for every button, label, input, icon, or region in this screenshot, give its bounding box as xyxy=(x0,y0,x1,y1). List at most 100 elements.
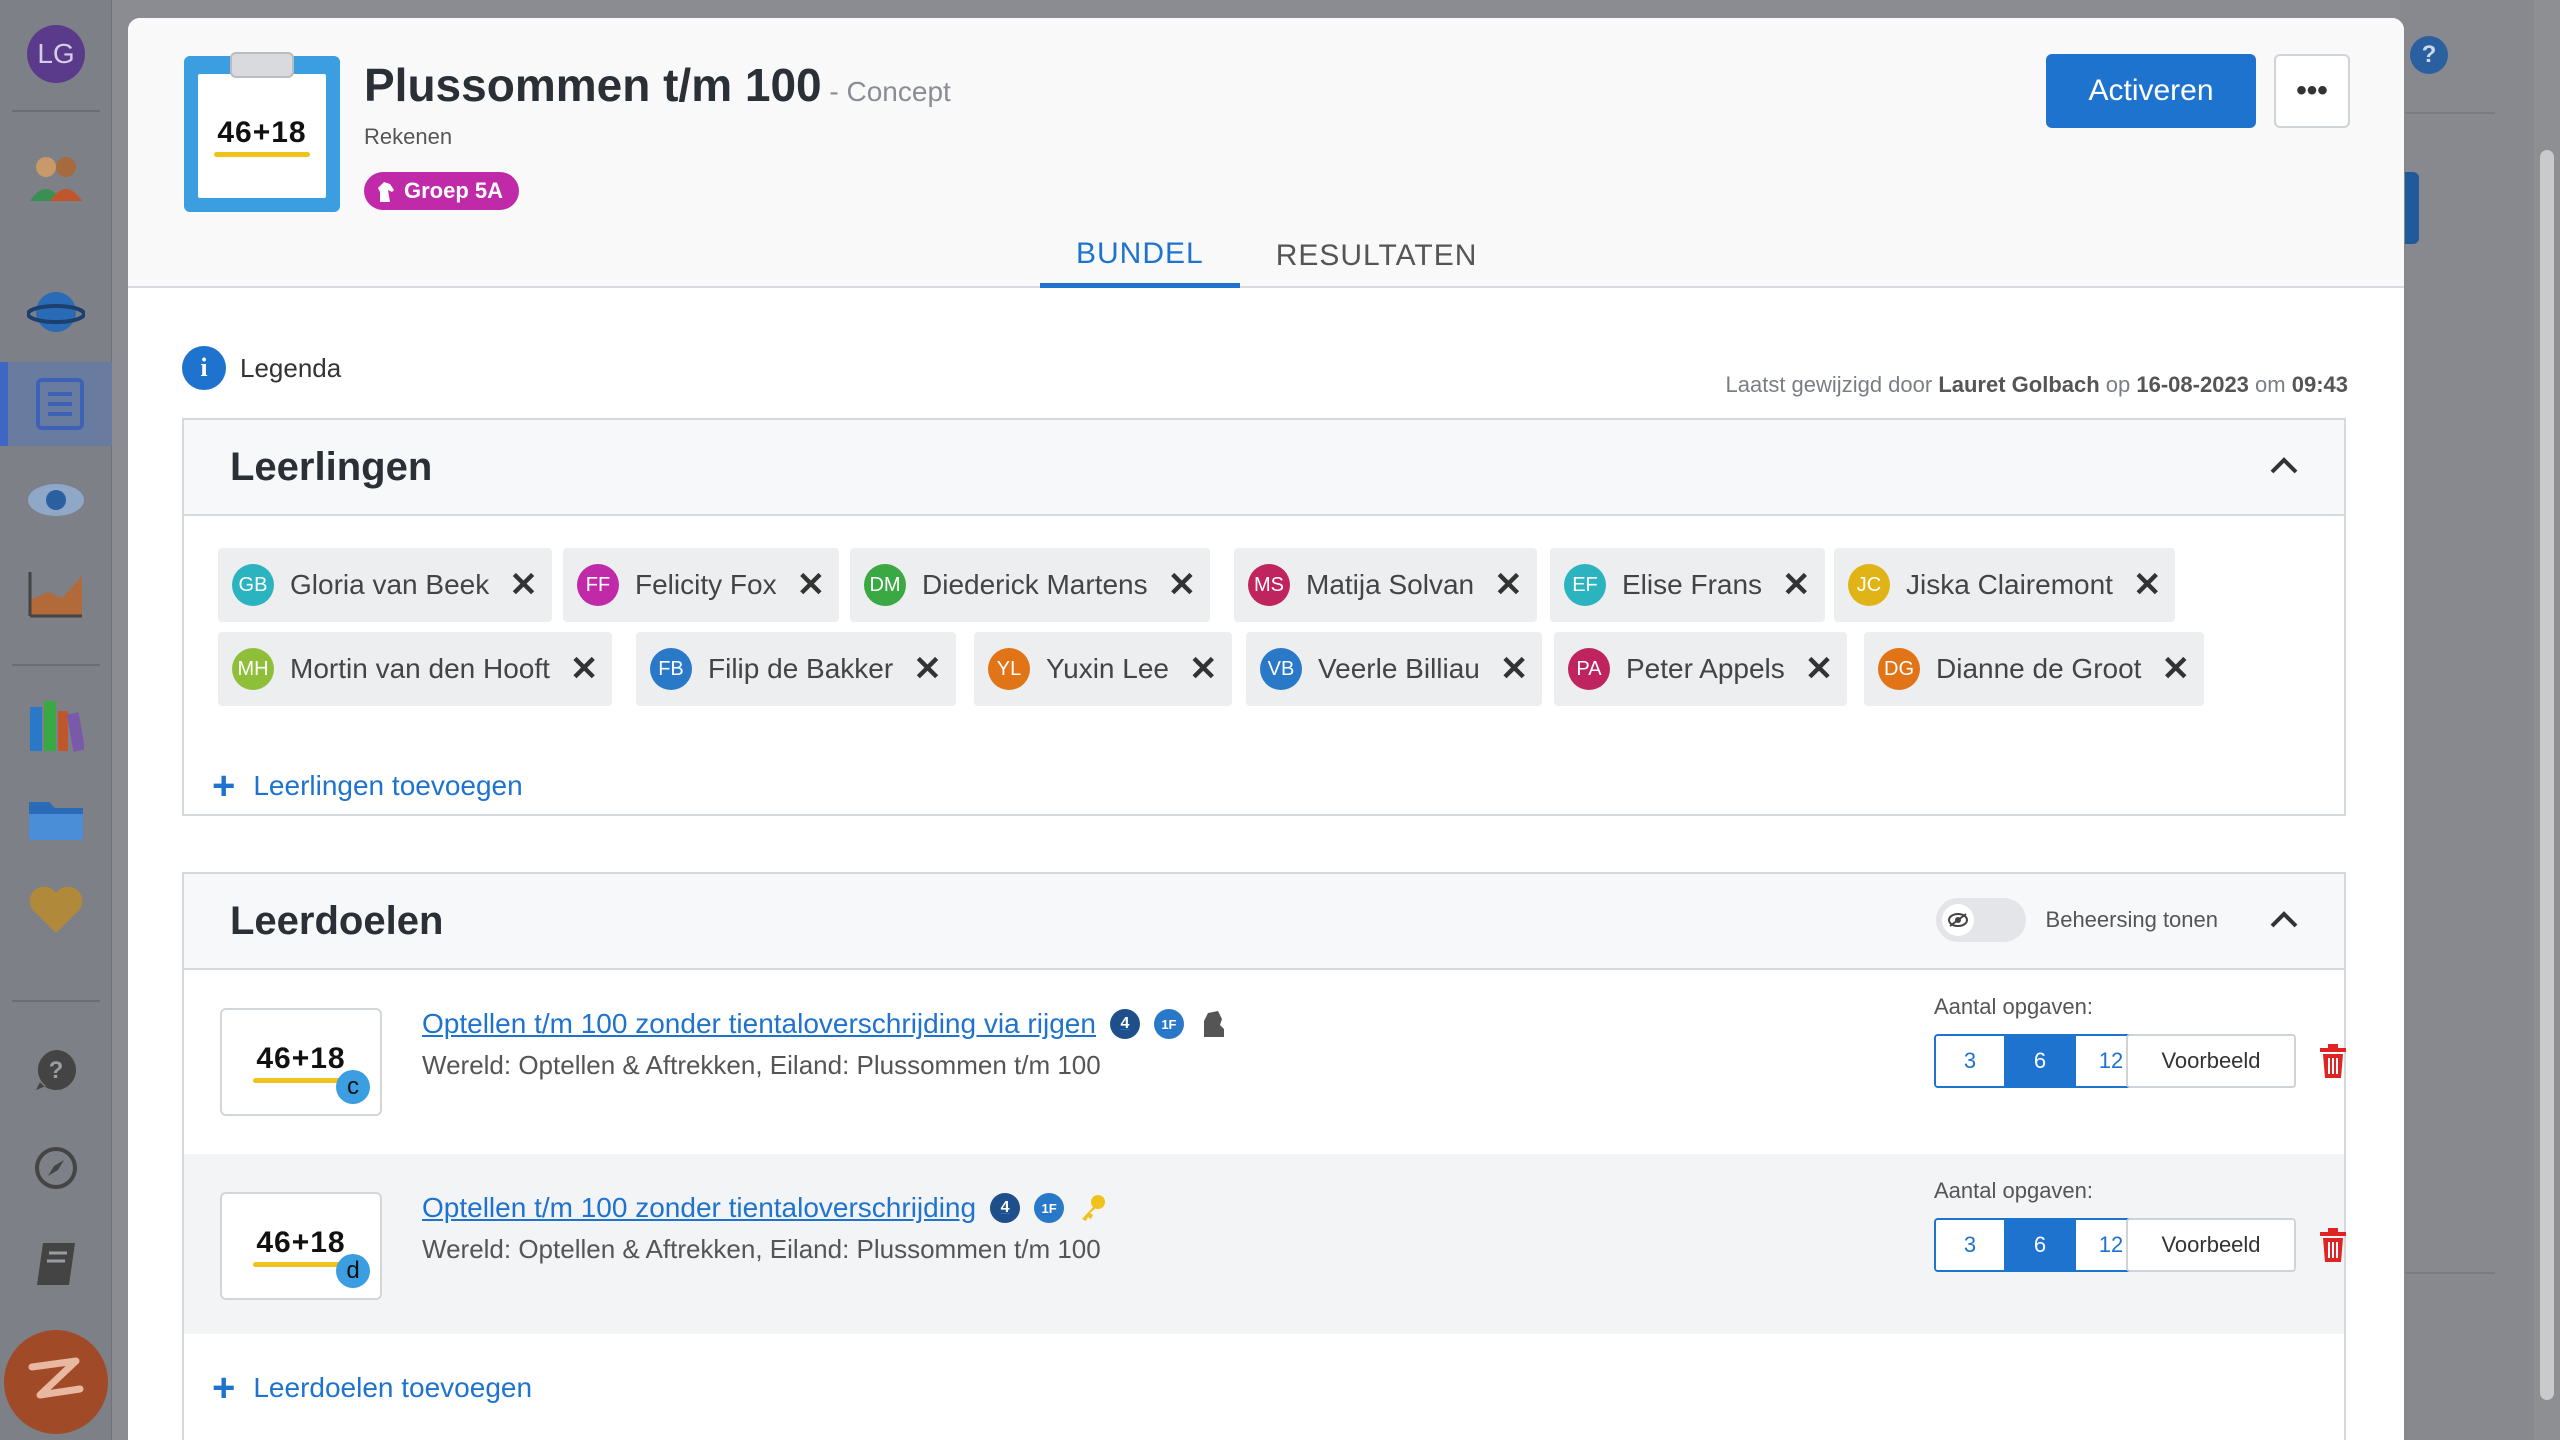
learning-goal-row: 46+18 d Optellen t/m 100 zonder tientalo… xyxy=(184,1154,2346,1334)
remove-student-icon[interactable]: ✕ xyxy=(1805,649,1834,689)
info-icon: i xyxy=(182,346,226,390)
help-icon[interactable]: ? xyxy=(2410,36,2448,74)
students-panel-title: Leerlingen xyxy=(230,444,433,489)
books-icon[interactable] xyxy=(0,684,112,768)
student-name: Veerle Billiau xyxy=(1318,653,1480,684)
eye-icon[interactable] xyxy=(0,458,112,542)
last-edited-info: Laatst gewijzigd door Lauret Golbach op … xyxy=(1726,372,2348,398)
chevron-up-icon[interactable] xyxy=(2268,450,2300,482)
remove-student-icon[interactable]: ✕ xyxy=(1189,649,1218,689)
thumbnail-paper: 46+18 xyxy=(198,74,326,198)
remove-student-icon[interactable]: ✕ xyxy=(509,565,538,605)
mastery-toggle-switch[interactable] xyxy=(1935,898,2026,942)
book-icon[interactable] xyxy=(0,1222,112,1306)
goal-title-link[interactable]: Optellen t/m 100 zonder tientaloverschri… xyxy=(422,1192,976,1224)
count-option[interactable]: 6 xyxy=(2006,1220,2076,1270)
list-icon[interactable] xyxy=(0,362,112,446)
last-edit-mid: op xyxy=(2099,372,2137,397)
student-avatar: PA xyxy=(1568,648,1610,690)
help-icon[interactable]: ? xyxy=(0,1028,112,1112)
student-avatar: DG xyxy=(1878,648,1920,690)
users-icon[interactable] xyxy=(0,136,112,220)
student-chip: GB Gloria van Beek ✕ xyxy=(218,548,552,622)
add-goals-link[interactable]: + Leerdoelen toevoegen xyxy=(212,1368,532,1408)
activate-button[interactable]: Activeren xyxy=(2046,54,2256,128)
grade-badge: 4 xyxy=(990,1193,1021,1223)
tab-resultaten[interactable]: RESULTATEN xyxy=(1240,224,1514,288)
remove-student-icon[interactable]: ✕ xyxy=(1168,565,1197,605)
student-name: Filip de Bakker xyxy=(708,653,894,684)
student-name: Mortin van den Hooft xyxy=(290,653,550,684)
student-chip: YL Yuxin Lee ✕ xyxy=(974,632,1232,706)
legend-toggle[interactable]: i Legenda xyxy=(182,346,341,390)
background-divider xyxy=(2405,1272,2495,1274)
app-logo-icon[interactable] xyxy=(4,1330,108,1434)
student-avatar: VB xyxy=(1260,648,1302,690)
trash-icon[interactable] xyxy=(2318,1228,2348,1262)
count-option[interactable]: 3 xyxy=(1936,1220,2006,1270)
preview-button[interactable]: Voorbeeld xyxy=(2126,1218,2296,1272)
students-panel-header[interactable]: Leerlingen xyxy=(184,420,2344,516)
add-goals-label: Leerdoelen toevoegen xyxy=(253,1372,533,1403)
remove-student-icon[interactable]: ✕ xyxy=(570,649,599,689)
goal-thumbnail[interactable]: 46+18 c xyxy=(220,1008,382,1116)
folder-icon[interactable] xyxy=(0,776,112,860)
add-students-link[interactable]: + Leerlingen toevoegen xyxy=(212,766,523,806)
user-avatar[interactable]: LG xyxy=(0,12,112,96)
grade-badge: 4 xyxy=(1109,1009,1140,1039)
scrollbar-thumb[interactable] xyxy=(2540,150,2554,1400)
key-icon xyxy=(1082,1195,1106,1221)
goals-panel-header[interactable]: Leerdoelen Beheersing tonen xyxy=(184,874,2344,970)
goal-subtitle: Wereld: Optellen & Aftrekken, Eiland: Pl… xyxy=(422,1050,1101,1080)
thumbnail-underline xyxy=(214,151,310,157)
background-divider xyxy=(2405,112,2495,114)
trash-icon[interactable] xyxy=(2318,1044,2348,1078)
goal-title-link[interactable]: Optellen t/m 100 zonder tientaloverschri… xyxy=(422,1008,1096,1040)
remove-student-icon[interactable]: ✕ xyxy=(1494,565,1523,605)
last-edit-mid2: om xyxy=(2248,372,2292,397)
background-button xyxy=(2405,172,2419,244)
more-options-button[interactable]: ••• xyxy=(2274,54,2350,128)
chart-icon[interactable] xyxy=(0,552,112,636)
legend-label: Legenda xyxy=(240,352,342,383)
remove-student-icon[interactable]: ✕ xyxy=(2161,649,2190,689)
remove-student-icon[interactable]: ✕ xyxy=(1782,565,1811,605)
goal-thumbnail[interactable]: 46+18 d xyxy=(220,1192,382,1300)
compass-icon[interactable] xyxy=(0,1126,112,1210)
remove-student-icon[interactable]: ✕ xyxy=(797,565,826,605)
student-avatar: MH xyxy=(232,648,274,690)
remove-student-icon[interactable]: ✕ xyxy=(913,649,942,689)
student-avatar: GB xyxy=(232,564,274,606)
tab-bundel[interactable]: BUNDEL xyxy=(1040,224,1240,288)
thumbnail-underline xyxy=(253,1077,349,1083)
page-title: Plussommen t/m 100 - Concept xyxy=(364,58,951,112)
goals-panel: Leerdoelen Beheersing tonen 46+18 c Opte… xyxy=(182,872,2346,1440)
heart-icon[interactable] xyxy=(0,868,112,952)
remove-student-icon[interactable]: ✕ xyxy=(2133,565,2162,605)
count-option[interactable]: 6 xyxy=(2006,1036,2076,1086)
student-avatar: FB xyxy=(650,648,692,690)
remove-student-icon[interactable]: ✕ xyxy=(1500,649,1529,689)
last-edit-date: 16-08-2023 xyxy=(2136,372,2249,397)
student-name: Peter Appels xyxy=(1626,653,1785,684)
thumbnail-underline xyxy=(253,1261,349,1267)
group-badge[interactable]: Groep 5A xyxy=(364,172,520,210)
planet-icon[interactable] xyxy=(0,270,112,354)
student-name: Matija Solvan xyxy=(1306,569,1475,600)
students-panel: Leerlingen GB Gloria van Beek ✕ FF Felicity … xyxy=(182,418,2346,816)
goal-subtitle: Wereld: Optellen & Aftrekken, Eiland: Pl… xyxy=(422,1234,1101,1264)
student-chip: VB Veerle Billiau ✕ xyxy=(1246,632,1543,706)
preview-button[interactable]: Voorbeeld xyxy=(2126,1034,2296,1088)
student-name: Felicity Fox xyxy=(635,569,777,600)
count-option[interactable]: 3 xyxy=(1936,1036,2006,1086)
exercise-count-label: Aantal opgaven: xyxy=(1934,1178,2094,1203)
goal-title-row: Optellen t/m 100 zonder tientaloverschri… xyxy=(422,1008,1226,1040)
bundle-status: - Concept xyxy=(821,76,951,107)
mastery-toggle[interactable]: Beheersing tonen xyxy=(1935,898,2218,942)
goal-thumbnail-sum: 46+18 xyxy=(256,1225,346,1259)
chevron-up-icon[interactable] xyxy=(2268,904,2300,936)
student-avatar: JC xyxy=(1848,564,1890,606)
left-sidebar: LG ? xyxy=(0,0,112,1440)
goal-level-badge: d xyxy=(336,1254,370,1288)
group-badge-label: Groep 5A xyxy=(404,178,504,203)
